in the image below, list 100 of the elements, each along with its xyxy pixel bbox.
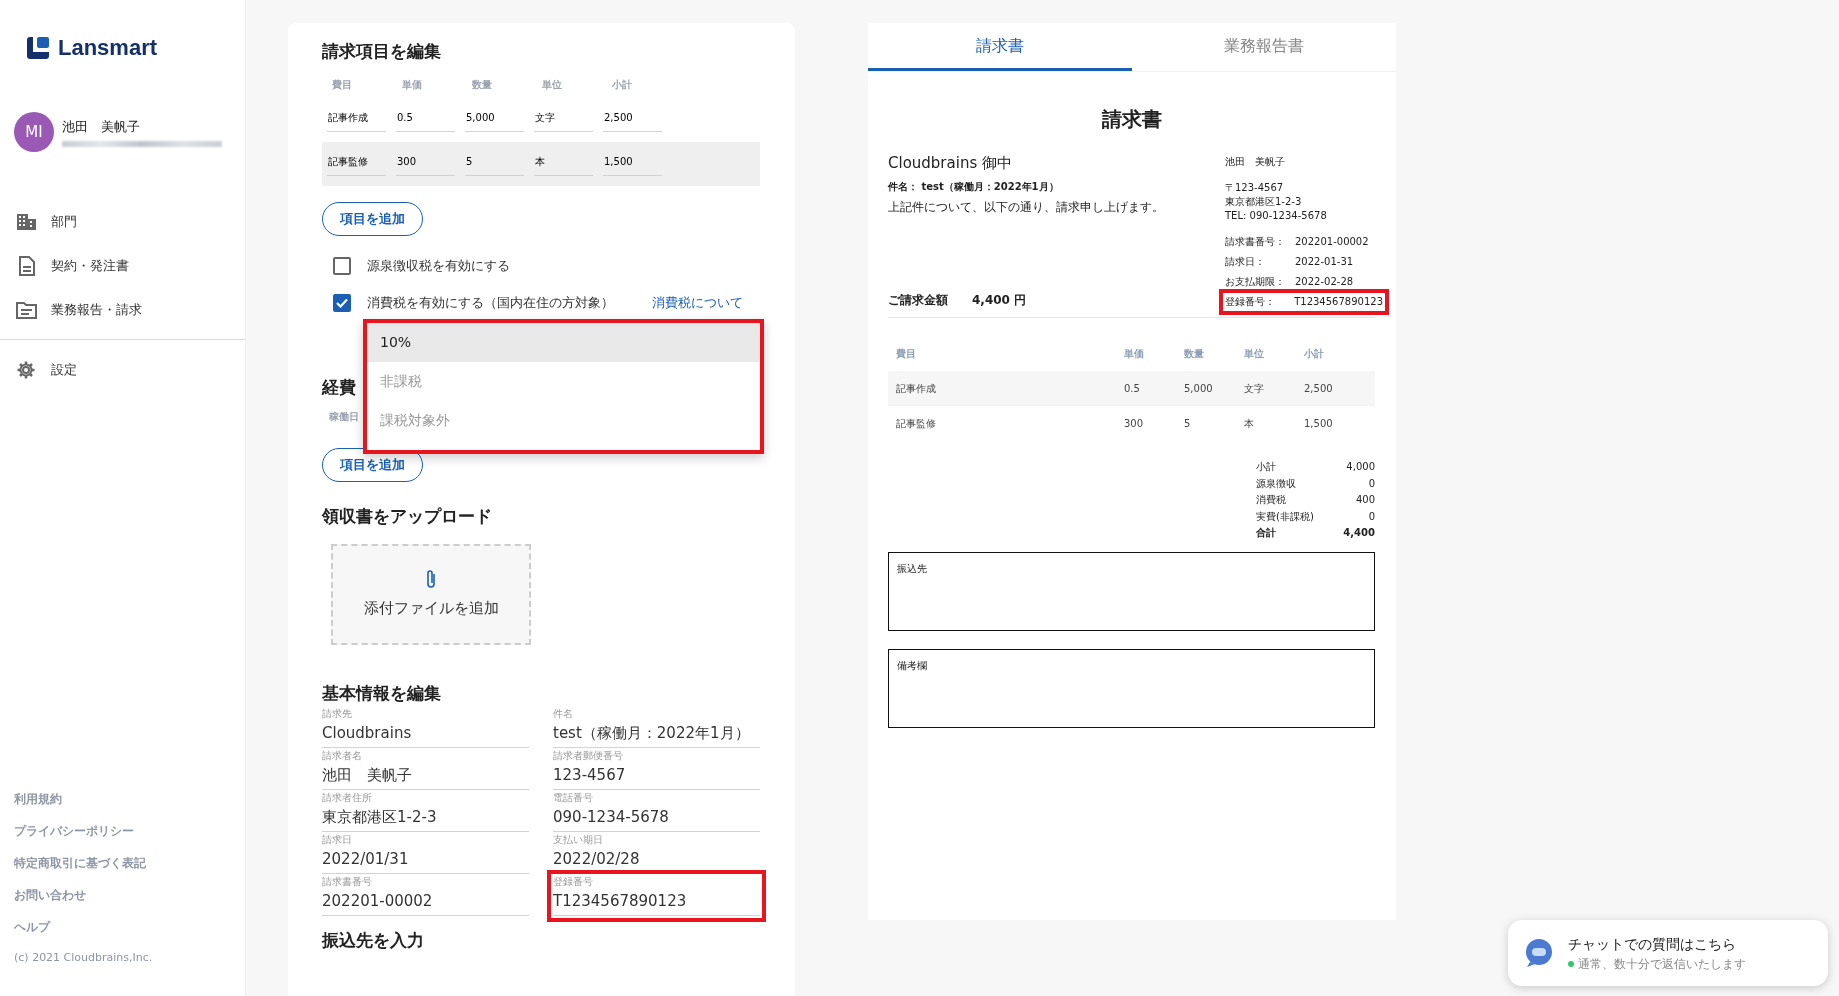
invoice-title: 請求書	[1100, 106, 1163, 133]
settings-icon	[16, 360, 37, 380]
checkbox-label: 消費税を有効にする（国内在住の方対象）	[367, 294, 614, 313]
text-field[interactable]: Cloudbrains	[322, 719, 529, 748]
column-header: 稼働日	[328, 410, 360, 425]
section-title: 領収書をアップロード	[322, 505, 492, 527]
table-cell-text: 5	[1184, 417, 1192, 431]
table-cell-text: 2,500	[1304, 382, 1334, 396]
text-field[interactable]: 202201-00002	[322, 887, 529, 916]
summary-label: 消費税	[1256, 493, 1286, 507]
summary-label: 合計	[1256, 526, 1276, 540]
table-input[interactable]: 300	[396, 152, 455, 177]
table-cell-text: 記事監修	[896, 417, 937, 431]
summary-value: 4,400	[1343, 526, 1375, 540]
summary-label: 小計	[1256, 460, 1276, 474]
table-input[interactable]: 2,500	[603, 108, 662, 133]
text-field[interactable]: test（稼働月：2022年1月）	[553, 719, 760, 748]
table-input[interactable]: 記事作成	[327, 108, 386, 133]
table-cell-text: 文字	[1244, 382, 1265, 396]
logo-text: Lansmart	[58, 34, 158, 62]
copyright: (c) 2021 Cloudbrains,Inc.	[14, 949, 154, 966]
summary-value: 0	[1368, 476, 1375, 491]
tax-info-link[interactable]: 消費税について	[652, 293, 743, 313]
detail-label: 請求日：	[1225, 255, 1266, 269]
text-field[interactable]: 2022/01/31	[322, 845, 529, 874]
column-header: 費目	[896, 347, 917, 361]
checkbox-label: 源泉徴収税を有効にする	[367, 256, 510, 275]
text-box: 備考欄	[888, 648, 1375, 728]
field-label: 登録番号	[553, 875, 594, 888]
table-input[interactable]: 記事監修	[327, 152, 386, 177]
table-input[interactable]: 文字	[534, 108, 593, 133]
table-cell-text: 1,500	[1304, 417, 1334, 431]
field-label: 請求者郵便番号	[553, 749, 624, 762]
column-header: 数量	[471, 78, 493, 93]
checkbox[interactable]	[333, 256, 351, 275]
summary-label: 源泉徴収	[1256, 476, 1296, 491]
text-field[interactable]: T1234567890123	[553, 887, 760, 916]
field-label: 支払い期日	[553, 833, 604, 846]
section-title: 経費	[322, 376, 356, 398]
field-label: 請求先	[322, 707, 353, 720]
invoice-subject: 件名： test（稼働月：2022年1月）	[888, 179, 1060, 194]
table-cell-text: 0.5	[1124, 382, 1141, 396]
field-label: 電話番号	[553, 791, 594, 804]
detail-value: T1234567890123	[1294, 295, 1383, 309]
nav-item[interactable]: 業務報告・請求	[0, 288, 245, 340]
table-cell-text: 300	[1124, 417, 1145, 431]
total-label: ご請求金額	[888, 292, 948, 309]
column-header: 費目	[331, 78, 353, 93]
nav-item[interactable]: 契約・発注書	[0, 244, 245, 288]
column-header: 小計	[611, 78, 633, 93]
table-cell-text: 本	[1244, 417, 1255, 431]
dropdown-option[interactable]: 10%	[367, 322, 760, 362]
upload-button[interactable]: 添付ファイルを追加	[331, 544, 531, 646]
user-name: 池田 美帆子	[62, 118, 141, 137]
column-header: 数量	[1184, 347, 1205, 361]
detail-value: 2022-02-28	[1295, 275, 1354, 289]
field-label: 請求書番号	[322, 875, 373, 888]
section-title: 振込先を入力	[322, 929, 424, 950]
column-header: 単価	[401, 78, 423, 93]
summary-label: 実費(非課税)	[1256, 509, 1314, 524]
invoice-message: 上記件について、以下の通り、請求申し上げます。	[888, 198, 1165, 216]
table-input[interactable]: 5,000	[465, 108, 524, 133]
client-name: Cloudbrains 御中	[888, 153, 1013, 174]
detail-label: お支払期限：	[1225, 275, 1286, 289]
total-amount: 4,400 円	[972, 292, 1027, 309]
section-title: 請求項目を編集	[322, 41, 441, 62]
detail-value: 2022-01-31	[1295, 255, 1354, 269]
sender-info: 東京都港区1-2-3	[1225, 195, 1303, 209]
text-field[interactable]: 2022/02/28	[553, 845, 760, 874]
detail-label: 登録番号：	[1225, 295, 1276, 309]
text-box: 振込先	[888, 551, 1375, 631]
sender-name: 池田 美帆子	[1225, 155, 1286, 169]
building-icon	[16, 212, 37, 232]
field-label: 請求者名	[322, 749, 363, 762]
sender-info: TEL: 090-1234-5678	[1225, 209, 1328, 223]
text-field[interactable]: 東京都港区1-2-3	[322, 803, 529, 832]
table-input[interactable]: 5	[465, 152, 524, 177]
nav-item[interactable]: 設定	[0, 348, 245, 392]
avatar: MI	[14, 112, 54, 152]
paperclip-icon	[425, 569, 437, 590]
column-header: 小計	[1304, 347, 1325, 361]
text-field[interactable]: 池田 美帆子	[322, 761, 529, 790]
add-item-button[interactable]: 項目を追加	[322, 202, 423, 236]
detail-label: 請求書番号：	[1225, 235, 1286, 249]
folder-icon	[16, 299, 37, 320]
document-icon	[16, 256, 37, 276]
column-header: 単価	[1124, 347, 1145, 361]
nav-item[interactable]: 部門	[0, 200, 245, 244]
text-field[interactable]: 123-4567	[553, 761, 760, 790]
table-input[interactable]: 1,500	[603, 152, 662, 177]
column-header: 単位	[1244, 347, 1265, 361]
table-input[interactable]: 本	[534, 152, 593, 177]
checkbox[interactable]	[333, 294, 351, 313]
table-input[interactable]: 0.5	[396, 108, 455, 133]
logo-icon	[26, 35, 50, 60]
chat-widget[interactable]: チャットでの質問はこちら 通常、数十分で返信いたします	[1508, 920, 1828, 986]
field-label: 請求者住所	[322, 791, 373, 804]
check-icon	[336, 298, 348, 309]
text-field[interactable]: 090-1234-5678	[553, 803, 760, 832]
upload-label: 添付ファイルを追加	[363, 598, 499, 620]
